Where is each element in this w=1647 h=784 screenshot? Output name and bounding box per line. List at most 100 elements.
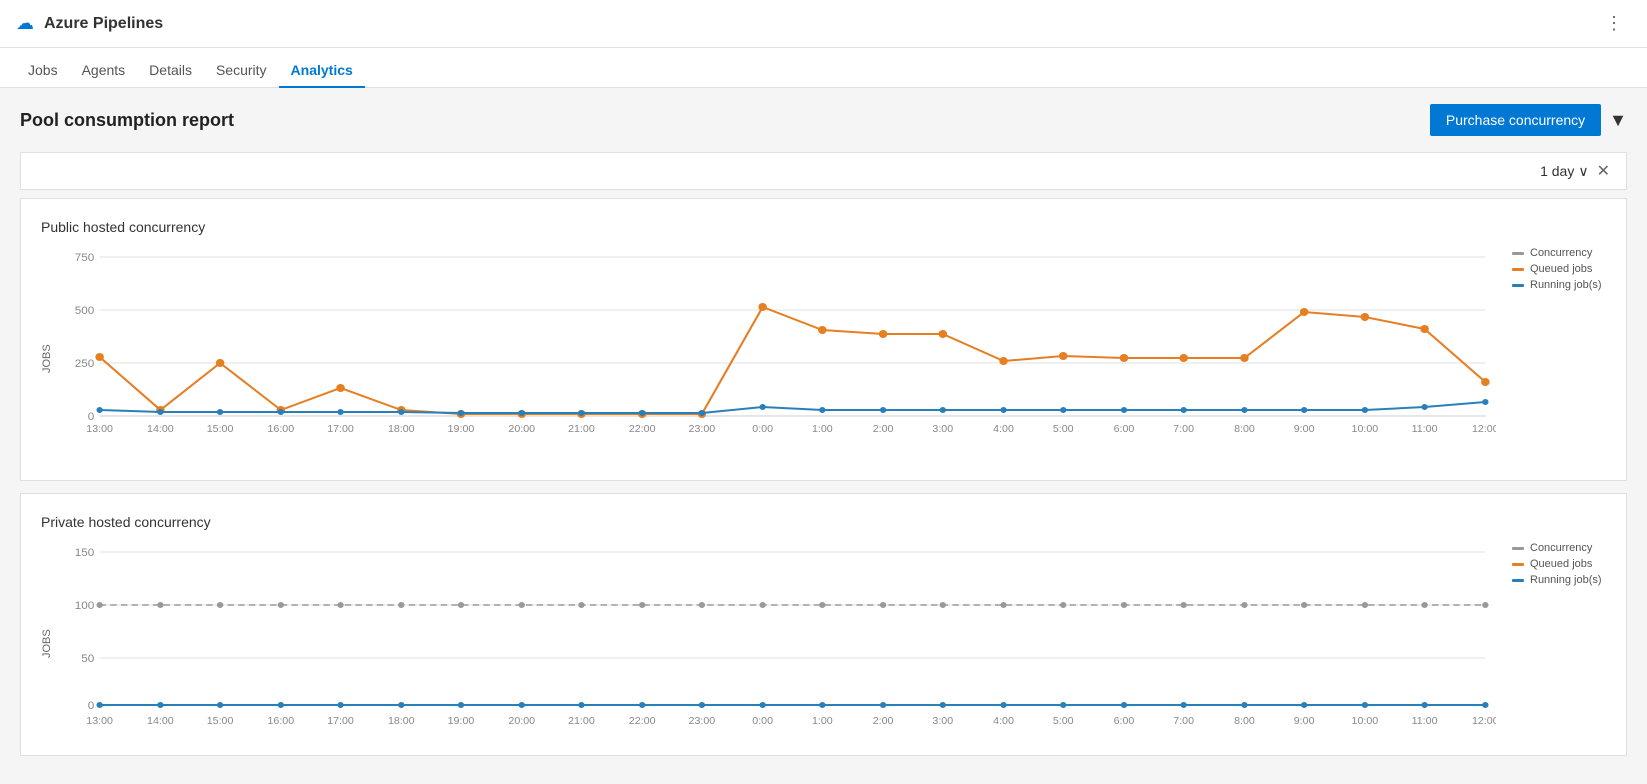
svg-text:19:00: 19:00 [448,424,475,435]
public-chart-legend: Concurrency Queued jobs Running job(s) [1496,247,1606,470]
svg-text:500: 500 [75,305,95,317]
public-chart-title: Public hosted concurrency [41,219,1606,235]
tab-analytics[interactable]: Analytics [279,54,365,88]
svg-text:250: 250 [75,358,95,370]
public-y-axis-label: JOBS [41,247,53,470]
svg-text:6:00: 6:00 [1114,716,1135,727]
legend-running-dot [1512,284,1524,287]
svg-text:0: 0 [88,700,95,712]
page-actions: Purchase concurrency ▼ [1430,104,1627,136]
chevron-down-icon: ∨ [1578,163,1588,180]
private-y-axis-label: JOBS [41,542,53,745]
app-header: ☁ Azure Pipelines ⋮ [0,0,1647,48]
app-logo-icon: ☁ [16,13,34,34]
svg-text:4:00: 4:00 [993,716,1014,727]
private-chart-title: Private hosted concurrency [41,514,1606,530]
private-legend-concurrency: Concurrency [1512,542,1606,554]
legend-concurrency: Concurrency [1512,247,1606,259]
svg-text:5:00: 5:00 [1053,716,1074,727]
public-chart-svg: 750 500 250 0 [57,247,1496,467]
private-legend-running-label: Running job(s) [1530,574,1602,586]
svg-text:2:00: 2:00 [873,424,894,435]
svg-text:5:00: 5:00 [1053,424,1074,435]
svg-text:0: 0 [88,411,95,423]
tab-agents[interactable]: Agents [70,54,138,88]
legend-queued: Queued jobs [1512,263,1606,275]
svg-text:750: 750 [75,252,95,264]
more-options-button[interactable]: ⋮ [1597,9,1631,38]
svg-text:16:00: 16:00 [268,716,295,727]
svg-text:1:00: 1:00 [812,424,833,435]
app-title: Azure Pipelines [44,15,163,33]
svg-text:1:00: 1:00 [812,716,833,727]
page-header: Pool consumption report Purchase concurr… [20,104,1627,136]
private-legend-concurrency-dot [1512,547,1524,550]
svg-text:0:00: 0:00 [752,424,773,435]
svg-text:20:00: 20:00 [508,716,535,727]
private-chart-container: JOBS 150 100 50 0 [41,542,1606,745]
private-legend-queued: Queued jobs [1512,558,1606,570]
svg-text:50: 50 [81,653,94,665]
legend-queued-dot [1512,268,1524,271]
private-chart-legend: Concurrency Queued jobs Running job(s) [1496,542,1606,745]
svg-text:6:00: 6:00 [1114,424,1135,435]
svg-text:0:00: 0:00 [752,716,773,727]
svg-text:22:00: 22:00 [629,424,656,435]
legend-concurrency-dot [1512,252,1524,255]
svg-text:3:00: 3:00 [932,424,953,435]
filter-icon[interactable]: ▼ [1609,110,1627,131]
main-nav: Jobs Agents Details Security Analytics [0,48,1647,88]
private-legend-queued-dot [1512,563,1524,566]
private-chart-area: 150 100 50 0 [57,542,1496,745]
page-title: Pool consumption report [20,110,234,131]
svg-text:15:00: 15:00 [207,424,234,435]
public-concurrency-chart-section: Public hosted concurrency JOBS 750 500 2… [20,198,1627,481]
legend-concurrency-label: Concurrency [1530,247,1592,259]
svg-text:17:00: 17:00 [327,716,354,727]
svg-text:13:00: 13:00 [86,716,113,727]
svg-text:8:00: 8:00 [1234,424,1255,435]
svg-text:18:00: 18:00 [388,716,415,727]
svg-text:9:00: 9:00 [1294,716,1315,727]
private-legend-concurrency-label: Concurrency [1530,542,1592,554]
svg-text:100: 100 [75,600,95,612]
svg-text:8:00: 8:00 [1234,716,1255,727]
svg-text:23:00: 23:00 [689,716,716,727]
private-legend-queued-label: Queued jobs [1530,558,1592,570]
svg-text:23:00: 23:00 [689,424,716,435]
svg-text:7:00: 7:00 [1173,424,1194,435]
public-chart-area: 750 500 250 0 [57,247,1496,470]
legend-running-label: Running job(s) [1530,279,1602,291]
svg-text:12:00: 12:00 [1472,716,1496,727]
svg-text:4:00: 4:00 [993,424,1014,435]
svg-text:11:00: 11:00 [1412,424,1438,435]
svg-text:21:00: 21:00 [568,424,595,435]
public-chart-container: JOBS 750 500 250 0 [41,247,1606,470]
svg-text:13:00: 13:00 [86,424,113,435]
svg-text:14:00: 14:00 [147,716,174,727]
svg-text:7:00: 7:00 [1173,716,1194,727]
close-filter-button[interactable]: ✕ [1597,161,1610,181]
private-legend-running-dot [1512,579,1524,582]
tab-details[interactable]: Details [137,54,204,88]
svg-text:19:00: 19:00 [448,716,475,727]
purchase-concurrency-button[interactable]: Purchase concurrency [1430,104,1601,136]
svg-text:21:00: 21:00 [568,716,595,727]
tab-security[interactable]: Security [204,54,279,88]
filter-bar: 1 day ∨ ✕ [20,152,1627,190]
private-concurrency-chart-section: Private hosted concurrency JOBS 150 100 … [20,493,1627,756]
svg-text:15:00: 15:00 [207,716,234,727]
svg-text:2:00: 2:00 [873,716,894,727]
legend-running: Running job(s) [1512,279,1606,291]
svg-text:11:00: 11:00 [1412,716,1438,727]
main-content: Pool consumption report Purchase concurr… [0,88,1647,784]
svg-text:3:00: 3:00 [932,716,953,727]
svg-text:16:00: 16:00 [268,424,295,435]
svg-text:9:00: 9:00 [1294,424,1315,435]
svg-text:10:00: 10:00 [1352,424,1379,435]
header-right: ⋮ [1597,9,1631,38]
svg-text:17:00: 17:00 [327,424,354,435]
day-selector[interactable]: 1 day ∨ [1540,163,1589,180]
svg-text:20:00: 20:00 [508,424,535,435]
tab-jobs[interactable]: Jobs [16,54,70,88]
